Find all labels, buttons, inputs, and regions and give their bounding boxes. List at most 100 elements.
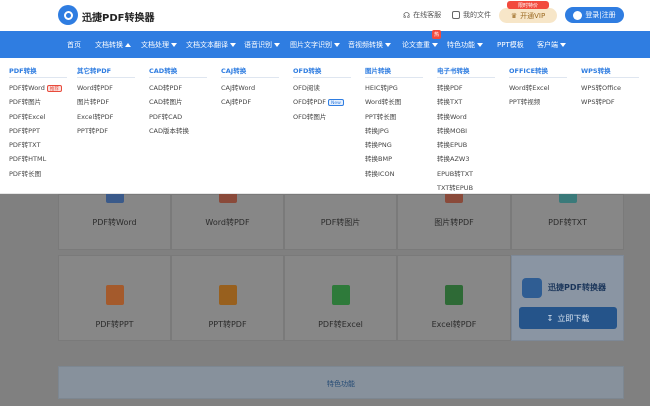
menu-item[interactable]: PDF转CAD [149, 110, 219, 124]
document-convert-dropdown: PDF转换 PDF转Word 推荐 PDF转图片 PDF转Excel PDF转PP… [0, 58, 650, 194]
menu-item[interactable]: HEIC转JPG [365, 81, 435, 95]
nav-label: 论文查重 [402, 41, 430, 49]
column-title: 其它转PDF [77, 65, 135, 78]
card-pdf-to-word[interactable]: PDF转Word [58, 189, 171, 250]
card-pdf-to-ppt[interactable]: PDF转PPT [58, 255, 171, 341]
nav-features[interactable]: 特色功能 [447, 40, 483, 50]
menu-item[interactable]: PDF转PPT [9, 124, 79, 138]
nav-paper-check[interactable]: 论文查重 [402, 40, 438, 50]
menu-item[interactable]: PDF转长图 [9, 167, 79, 181]
card-label: PDF转PPT [95, 320, 134, 329]
card-word-to-pdf[interactable]: Word转PDF [171, 189, 284, 250]
feature-section-label: 特色功能 [327, 380, 355, 388]
menu-item[interactable]: WPS转Office [581, 81, 650, 95]
card-image-to-pdf[interactable]: 图片转PDF [397, 189, 511, 250]
caret-up-icon [125, 43, 131, 47]
menu-item[interactable]: PPT转长图 [365, 110, 435, 124]
menu-item[interactable]: PDF转图片 [9, 95, 79, 109]
download-label: 立即下载 [557, 313, 590, 323]
app-logo-icon [522, 278, 542, 298]
nav-speech-recognition[interactable]: 语音识别 [244, 40, 280, 50]
menu-item[interactable]: EPUB转TXT [437, 167, 507, 181]
ppt-file-icon [106, 285, 124, 305]
nav-translation[interactable]: 文档文本翻译 [186, 40, 236, 50]
download-button[interactable]: ↧ 立即下载 [519, 307, 617, 329]
menu-item[interactable]: 转换MOBI [437, 124, 507, 138]
menu-item[interactable]: 转换EPUB [437, 138, 507, 152]
menu-item[interactable]: PPT转视频 [509, 95, 579, 109]
card-label: Excel转PDF [431, 320, 477, 329]
menu-item[interactable]: Word转Excel [509, 81, 579, 95]
nav-client[interactable]: 客户端 [537, 40, 566, 50]
dropdown-column-wps: WPS转换 WPS转Office WPS转PDF [581, 65, 650, 110]
menu-item[interactable]: CAD版本转换 [149, 124, 219, 138]
menu-item[interactable]: Word转PDF [77, 81, 147, 95]
menu-item[interactable]: 转换PNG [365, 138, 435, 152]
menu-item[interactable]: CAD转PDF [149, 81, 219, 95]
card-pdf-to-excel[interactable]: PDF转Excel [284, 255, 397, 341]
nav-label: 文档转换 [95, 41, 123, 49]
menu-item[interactable]: 转换PDF [437, 81, 507, 95]
menu-item[interactable]: CAJ转Word [221, 81, 291, 95]
menu-item[interactable]: PDF转HTML [9, 152, 79, 166]
menu-item[interactable]: CAJ转PDF [221, 95, 291, 109]
menu-item[interactable]: 转换Word [437, 110, 507, 124]
menu-item[interactable]: PDF转Word 推荐 [9, 81, 79, 95]
menu-item[interactable]: 转换TXT [437, 95, 507, 109]
menu-item[interactable]: 转换BMP [365, 152, 435, 166]
dropdown-column-image: 图片转换 HEIC转JPG Word转长图 PPT转长图 转换JPG 转换PNG… [365, 65, 435, 181]
menu-item[interactable]: 转换ICON [365, 167, 435, 181]
menu-item[interactable]: Word转长图 [365, 95, 435, 109]
download-icon: ↧ [546, 313, 554, 323]
login-button[interactable]: 登录|注册 [565, 7, 624, 23]
menu-item[interactable]: OFD转PDF New [293, 95, 363, 109]
menu-item[interactable]: 转换JPG [365, 124, 435, 138]
menu-item[interactable]: TXT转EPUB [437, 181, 507, 195]
menu-item[interactable]: OFD转图片 [293, 110, 363, 124]
nav-label: 图片文字识别 [290, 41, 332, 49]
menu-item[interactable]: PDF转Excel [9, 110, 79, 124]
card-pdf-to-txt[interactable]: PDF转TXT [511, 189, 624, 250]
caret-down-icon [477, 43, 483, 47]
nav-document-process[interactable]: 文档处理 [141, 40, 177, 50]
nav-image-ocr[interactable]: 图片文字识别 [290, 40, 340, 50]
menu-item[interactable]: WPS转PDF [581, 95, 650, 109]
app-name[interactable]: 迅捷PDF转换器 [82, 9, 154, 24]
card-excel-to-pdf[interactable]: Excel转PDF [397, 255, 511, 341]
download-card: 迅捷PDF转换器 ↧ 立即下载 [511, 255, 624, 341]
column-title: OFFICE转换 [509, 65, 567, 78]
nav-document-convert[interactable]: 文档转换 [95, 40, 131, 50]
dropdown-column-ofd: OFD转换 OFD阅读 OFD转PDF New OFD转图片 [293, 65, 363, 124]
menu-item[interactable]: CAD转图片 [149, 95, 219, 109]
caret-down-icon [230, 43, 236, 47]
column-title: OFD转换 [293, 65, 351, 78]
nav-ppt-templates[interactable]: PPT模板 [497, 40, 524, 50]
excel-file-icon [445, 285, 463, 305]
menu-item[interactable]: 转换AZW3 [437, 152, 507, 166]
nav-home[interactable]: 首页 [67, 40, 81, 50]
new-tag: New [328, 98, 344, 106]
menu-item[interactable]: 图片转PDF [77, 95, 147, 109]
menu-item[interactable]: OFD阅读 [293, 81, 363, 95]
menu-item[interactable]: Excel转PDF [77, 110, 147, 124]
menu-item-label: OFD转PDF [293, 98, 327, 107]
column-title: WPS转换 [581, 65, 639, 78]
nav-media-convert[interactable]: 音视频转换 [348, 40, 391, 50]
nav-label: PPT模板 [497, 41, 524, 49]
nav-label: 文档文本翻译 [186, 41, 228, 49]
dropdown-column-to-pdf: 其它转PDF Word转PDF 图片转PDF Excel转PDF PPT转PDF [77, 65, 147, 138]
card-pdf-to-image[interactable]: PDF转图片 [284, 194, 397, 250]
vip-button[interactable]: ♛ 开通VIP [499, 8, 557, 23]
excel-file-icon [332, 285, 350, 305]
menu-item[interactable]: PDF转TXT [9, 138, 79, 152]
nav-label: 语音识别 [244, 41, 272, 49]
card-ppt-to-pdf[interactable]: PPT转PDF [171, 255, 284, 341]
my-files-link[interactable]: 我的文件 [452, 10, 491, 20]
app-logo-icon[interactable] [58, 5, 78, 25]
online-service-link[interactable]: ☊ 在线客服 [403, 10, 441, 20]
column-title: CAJ转换 [221, 65, 279, 78]
vip-promo-badge: 限时特价 [507, 1, 549, 9]
card-label: 图片转PDF [434, 218, 474, 227]
caret-down-icon [274, 43, 280, 47]
menu-item[interactable]: PPT转PDF [77, 124, 147, 138]
